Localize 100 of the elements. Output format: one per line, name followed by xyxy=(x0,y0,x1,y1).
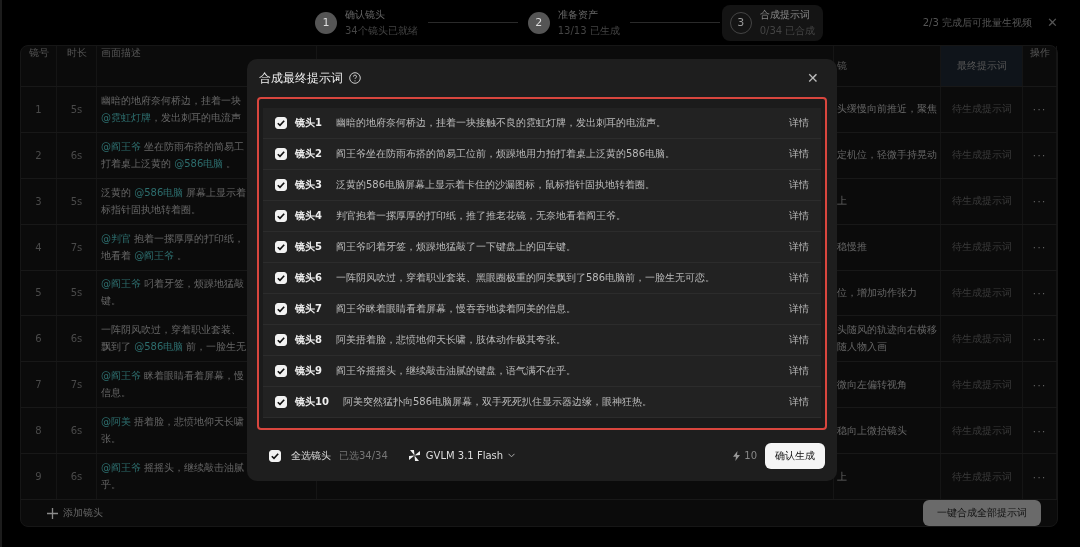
description-text: @阿美 捂着脸，悲愤地仰天长啸 xyxy=(101,415,245,430)
details-link[interactable]: 详情 xyxy=(789,302,809,316)
details-link[interactable]: 详情 xyxy=(789,178,809,192)
table-cell: 6 xyxy=(21,316,57,362)
description-text: 乎。 xyxy=(101,478,121,493)
camera-text: 头缓慢向前推近，聚焦 xyxy=(837,102,937,117)
table-cell: 6s xyxy=(57,408,97,454)
lightning-icon xyxy=(733,450,741,461)
details-link[interactable]: 详情 xyxy=(789,209,809,223)
shot-label: 镜头10 xyxy=(295,395,329,409)
description-text: @阎王爷 坐在防雨布搭的简易工 xyxy=(101,139,245,154)
table-cell: 6s xyxy=(57,132,97,178)
table-cell: 5 xyxy=(21,270,57,316)
chevron-down-icon xyxy=(508,453,516,458)
shot-description: 阎王爷叼着牙签，烦躁地猛敲了一下键盘上的回车键。 xyxy=(335,240,576,254)
shot-label: 镜头8 xyxy=(295,333,322,347)
camera-text: 上 xyxy=(837,469,847,484)
details-link[interactable]: 详情 xyxy=(789,364,809,378)
camera-text: 位，增加动作张力 xyxy=(837,286,917,300)
details-link[interactable]: 详情 xyxy=(789,147,809,161)
checkbox[interactable] xyxy=(275,148,287,160)
shot-description: 幽暗的地府奈何桥边，挂着一块接触不良的霓虹灯牌，发出刺耳的电流声。 xyxy=(335,116,666,130)
more-button[interactable]: ··· xyxy=(1032,332,1047,345)
more-button[interactable]: ··· xyxy=(1032,378,1047,391)
table-cell: 5s xyxy=(57,178,97,224)
checkbox[interactable] xyxy=(275,210,287,222)
description-text: 张。 xyxy=(101,432,121,447)
details-link[interactable]: 详情 xyxy=(789,116,809,130)
checkbox[interactable] xyxy=(275,272,287,284)
model-selector[interactable]: GVLM 3.1 Flash xyxy=(407,449,516,462)
more-button[interactable]: ··· xyxy=(1032,287,1047,299)
more-button[interactable]: ··· xyxy=(1032,103,1047,116)
shot-label: 镜头7 xyxy=(295,302,322,316)
more-button[interactable]: ··· xyxy=(1032,424,1047,437)
table-cell: 1 xyxy=(21,86,57,132)
model-logo-icon xyxy=(407,449,421,462)
table-cell: 4 xyxy=(21,224,57,270)
shot-label: 镜头3 xyxy=(295,178,322,192)
checkbox[interactable] xyxy=(275,241,287,253)
shot-description: 阿美捂着脸，悲愤地仰天长啸，肢体动作极其夸张。 xyxy=(335,333,566,347)
shot-description: 判官抱着一摞厚厚的打印纸，推了推老花镜，无奈地看着阎王爷。 xyxy=(335,209,626,223)
shot-label: 镜头6 xyxy=(295,271,322,285)
description-text: 信息。 xyxy=(101,386,131,401)
checkbox[interactable] xyxy=(269,449,281,462)
add-shot-button[interactable]: 添加镜头 xyxy=(47,506,103,521)
details-link[interactable]: 详情 xyxy=(789,240,809,254)
step-title: 准备资产 xyxy=(557,7,599,22)
column-header: 时长 xyxy=(57,46,97,86)
description-text: @阎王爷 叼着牙签，烦躁地猛敲 xyxy=(101,277,245,292)
table-cell: 6s xyxy=(57,316,97,362)
checkbox[interactable] xyxy=(275,179,287,191)
shot-description: 一阵阴风吹过，穿着职业套装、黑眼圈极重的阿美飘到了586电脑前，一脸生无可恋。 xyxy=(335,271,716,285)
step-number: 1 xyxy=(315,11,337,34)
table-cell: 5s xyxy=(57,270,97,316)
checkbox[interactable] xyxy=(275,365,287,377)
close-button[interactable]: ✕ xyxy=(801,70,825,86)
camera-text: 微向左偏转视角 xyxy=(837,377,907,392)
checkbox[interactable] xyxy=(275,396,287,408)
table-cell: 8 xyxy=(21,408,57,454)
description-text: @霓虹灯牌，发出刺耳的电流声 xyxy=(101,110,241,125)
camera-text: 头随风的轨迹向右横移 xyxy=(837,323,937,338)
progress-note: 2/3 完成后可批量生视频 xyxy=(922,15,1032,30)
column-header: 镜号 xyxy=(21,46,57,86)
details-link[interactable]: 详情 xyxy=(789,333,809,347)
shot-label: 镜头9 xyxy=(295,364,322,378)
step-title: 合成提示词 xyxy=(759,7,811,22)
details-link[interactable]: 详情 xyxy=(789,271,809,285)
more-button[interactable]: ··· xyxy=(1032,195,1047,208)
more-button[interactable]: ··· xyxy=(1032,470,1047,483)
more-button[interactable]: ··· xyxy=(1032,241,1047,254)
column-header: 最终提示词 xyxy=(941,46,1023,86)
details-link[interactable]: 详情 xyxy=(789,395,809,409)
shot-description: 阎王爷坐在防雨布搭的简易工位前，烦躁地用力拍打着桌上泛黄的586电脑。 xyxy=(335,147,676,161)
help-icon[interactable] xyxy=(349,72,361,84)
description-text: 泛黄的 @586电脑 屏幕上显示着 xyxy=(101,185,247,200)
table-cell: 7s xyxy=(57,362,97,408)
table-cell: 5s xyxy=(57,86,97,132)
confirm-button[interactable]: 确认生成 xyxy=(765,442,825,469)
camera-text: 随人物入画 xyxy=(837,340,887,355)
shot-description: 泛黄的586电脑屏幕上显示着卡住的沙漏图标，鼠标指针固执地转着圈。 xyxy=(335,178,656,192)
checkbox[interactable] xyxy=(275,117,287,129)
description-text: 标指针固执地转着圈。 xyxy=(101,202,201,217)
checkbox[interactable] xyxy=(275,334,287,346)
shot-description: 阎王爷眯着眼睛看着屏幕，慢吞吞地读着阿美的信息。 xyxy=(335,302,576,316)
table-cell: 7 xyxy=(21,362,57,408)
camera-text: 稳向上微抬镜头 xyxy=(837,423,907,438)
table-cell: 3 xyxy=(21,178,57,224)
more-button[interactable]: ··· xyxy=(1032,149,1047,162)
shot-description: 阎王爷摇摇头，继续敲击油腻的键盘，语气满不在乎。 xyxy=(335,364,576,378)
shot-label: 镜头5 xyxy=(295,240,322,254)
checkbox[interactable] xyxy=(275,303,287,315)
plus-icon xyxy=(47,507,58,519)
description-text: 打着桌上泛黄的 @586电脑 。 xyxy=(101,156,237,171)
table-cell: 9 xyxy=(21,454,57,500)
table-cell: 6s xyxy=(57,454,97,500)
step-title: 确认镜头 xyxy=(345,7,386,22)
description-text: @阎王爷 摇摇头，继续敲击油腻 xyxy=(101,461,245,476)
description-text: @阎王爷 眯着眼睛看着屏幕，慢 xyxy=(101,369,245,384)
cost-value: 10 xyxy=(744,450,757,461)
shot-label: 镜头2 xyxy=(295,147,322,161)
